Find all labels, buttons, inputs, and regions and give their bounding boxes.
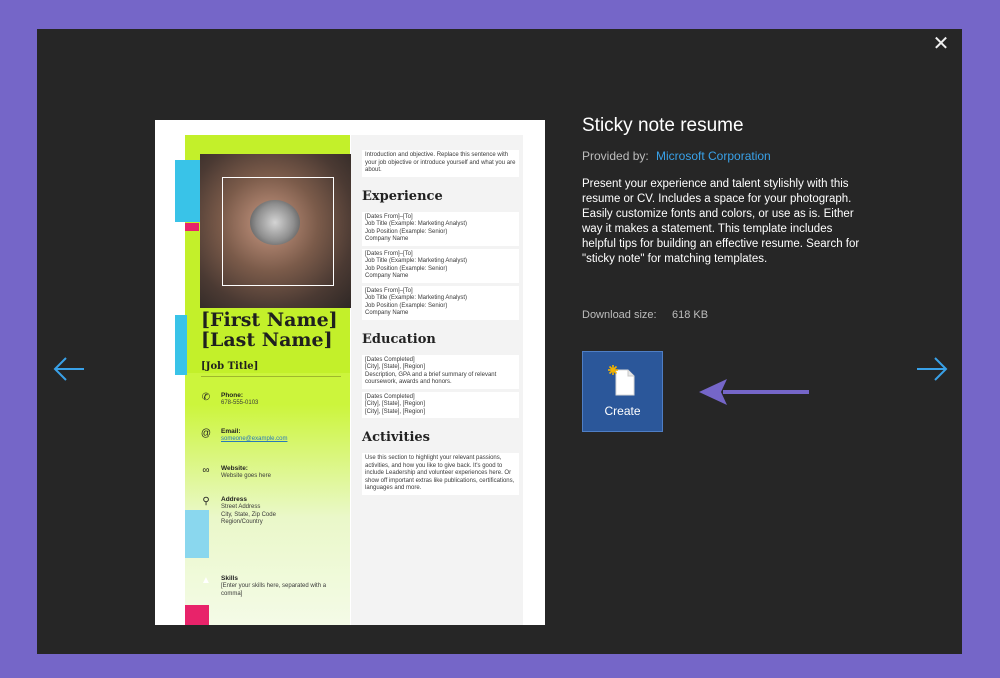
contact-address: ⚲ Address Street Address City, State, Zi… [200, 496, 345, 541]
contact-phone: ✆ Phone: 678-555-0103 [201, 392, 259, 406]
new-document-icon [608, 365, 635, 396]
download-size-label: Download size: [582, 309, 657, 321]
arrow-left-icon[interactable] [52, 355, 86, 383]
template-description: Present your experience and talent styli… [582, 178, 860, 265]
activities-text: Use this section to highlight your relev… [362, 453, 519, 495]
experience-heading: Experience [362, 188, 443, 204]
template-preview-dialog: ✕ [First Name] [Last Name] [Job Title] ✆… [37, 29, 962, 654]
resume-job-title: [Job Title] [201, 361, 259, 372]
job-entry: [Dates From]–[To] Job Title (Example: Ma… [362, 211, 519, 246]
template-preview-image: [First Name] [Last Name] [Job Title] ✆ P… [155, 120, 545, 625]
provided-by-label: Provided by: [582, 149, 649, 163]
close-icon[interactable]: ✕ [930, 33, 952, 55]
email-icon: @ [200, 428, 212, 439]
contact-website: ∞ Website: Website goes here [200, 465, 345, 491]
job-entry: [Dates From]–[To] Job Title (Example: Ma… [362, 285, 519, 320]
location-pin-icon: ⚲ [202, 496, 210, 507]
contact-email: @ Email: someone@example.com [200, 428, 288, 442]
education-entry: [Dates Completed] [City], [State], [Regi… [362, 354, 519, 389]
provider-link[interactable]: Microsoft Corporation [656, 149, 771, 163]
template-title: Sticky note resume [582, 115, 744, 136]
create-button[interactable]: Create [582, 351, 663, 432]
link-icon: ∞ [202, 465, 210, 476]
skills-icon: ▲ [201, 575, 211, 586]
resume-name: [First Name] [Last Name] [201, 309, 338, 351]
contact-skills: ▲ Skills [Enter your skills here, separa… [201, 575, 327, 597]
pointer-arrow-icon [699, 379, 809, 405]
job-entry: [Dates From]–[To] Job Title (Example: Ma… [362, 248, 519, 283]
phone-icon: ✆ [201, 392, 211, 403]
education-heading: Education [362, 331, 436, 347]
arrow-right-icon[interactable] [915, 355, 949, 383]
education-entry: [Dates Completed] [City], [State], [Regi… [362, 391, 519, 418]
download-size-value: 618 KB [672, 309, 709, 321]
resume-right-column: Introduction and objective. Replace this… [351, 135, 523, 625]
create-button-label: Create [604, 404, 641, 418]
activities-heading: Activities [362, 430, 430, 445]
